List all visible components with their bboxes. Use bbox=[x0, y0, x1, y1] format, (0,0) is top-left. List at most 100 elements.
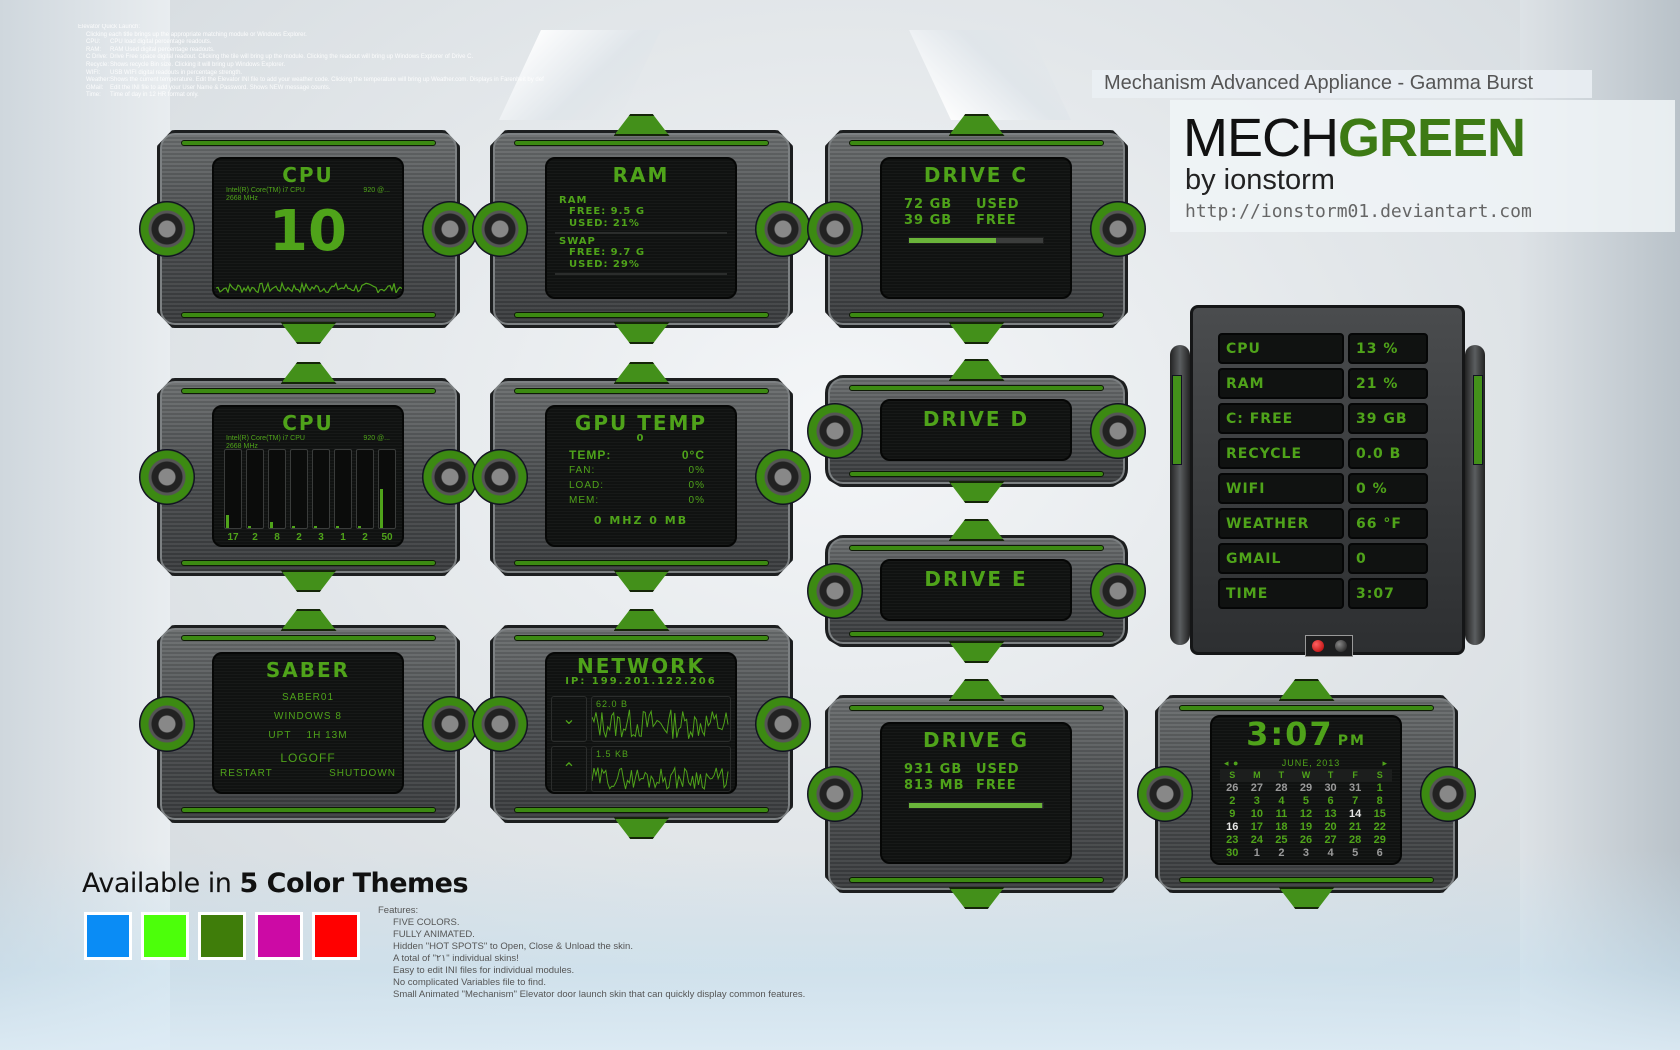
calendar-day[interactable]: 9 bbox=[1220, 808, 1245, 821]
close-button-icon[interactable] bbox=[1311, 640, 1324, 652]
elevator-label[interactable]: TIME bbox=[1218, 578, 1344, 609]
elevator-value[interactable]: 66 °F bbox=[1348, 508, 1428, 539]
calendar-day[interactable]: 14 bbox=[1343, 808, 1368, 821]
elevator-label[interactable]: CPU bbox=[1218, 333, 1344, 364]
calendar-day[interactable]: 21 bbox=[1343, 821, 1368, 834]
calendar-day[interactable]: 10 bbox=[1245, 808, 1270, 821]
elevator-quick-launch[interactable]: CPU 13 % RAM 21 % C: FREE 39 GB RECYCLE 0.0 B WI… bbox=[1150, 305, 1505, 660]
calendar-day[interactable]: 18 bbox=[1269, 821, 1294, 834]
restart-button[interactable]: RESTART bbox=[220, 768, 273, 779]
theme-swatch[interactable] bbox=[84, 912, 132, 960]
calendar-day[interactable]: 31 bbox=[1343, 782, 1368, 795]
theme-swatch[interactable] bbox=[255, 912, 303, 960]
gear-icon[interactable] bbox=[1420, 766, 1476, 822]
gpu-temp-panel[interactable]: GPU TEMP 0 TEMP: 0°C FAN: 0% LOAD: 0% MEM: 0% 0… bbox=[472, 362, 811, 592]
elevator-row[interactable]: RECYCLE 0.0 B bbox=[1218, 438, 1428, 469]
ram-panel[interactable]: RAM RAM FREE: 9.5 G USED: 21% SWAP FREE:… bbox=[472, 114, 811, 344]
calendar-day[interactable]: 30 bbox=[1318, 782, 1343, 795]
calendar-day[interactable]: 20 bbox=[1318, 821, 1343, 834]
calendar-day[interactable]: 6 bbox=[1367, 847, 1392, 860]
next-month-button[interactable]: ▸ bbox=[1382, 758, 1388, 769]
gear-icon[interactable] bbox=[807, 201, 863, 257]
gear-icon[interactable] bbox=[422, 449, 478, 505]
drive-e-title[interactable]: DRIVE E bbox=[882, 567, 1070, 591]
calendar-day[interactable]: 7 bbox=[1343, 795, 1368, 808]
calendar-day[interactable]: 24 bbox=[1245, 834, 1270, 847]
elevator-label[interactable]: GMAIL bbox=[1218, 543, 1344, 574]
calendar-day[interactable]: 15 bbox=[1367, 808, 1392, 821]
calendar-day[interactable]: 6 bbox=[1318, 795, 1343, 808]
elevator-label[interactable]: RECYCLE bbox=[1218, 438, 1344, 469]
logoff-button[interactable]: LOGOFF bbox=[214, 749, 402, 768]
calendar-day[interactable]: 27 bbox=[1318, 834, 1343, 847]
gear-icon[interactable] bbox=[472, 201, 528, 257]
drive-c-panel[interactable]: DRIVE C 72 GB USED 39 GB FREE bbox=[807, 114, 1146, 344]
calendar-day[interactable]: 28 bbox=[1269, 782, 1294, 795]
calendar-day[interactable]: 3 bbox=[1294, 847, 1319, 860]
calendar-day[interactable]: 3 bbox=[1245, 795, 1270, 808]
elevator-value[interactable]: 0 % bbox=[1348, 473, 1428, 504]
elevator-label[interactable]: WEATHER bbox=[1218, 508, 1344, 539]
elevator-value[interactable]: 39 GB bbox=[1348, 403, 1428, 434]
calendar-day[interactable]: 8 bbox=[1367, 795, 1392, 808]
shutdown-button[interactable]: SHUTDOWN bbox=[329, 768, 396, 779]
calendar-day[interactable]: 2 bbox=[1220, 795, 1245, 808]
calendar-day[interactable]: 30 bbox=[1220, 847, 1245, 860]
calendar-day[interactable]: 12 bbox=[1294, 808, 1319, 821]
gear-icon[interactable] bbox=[755, 449, 811, 505]
elevator-label[interactable]: C: FREE bbox=[1218, 403, 1344, 434]
elevator-row[interactable]: CPU 13 % bbox=[1218, 333, 1428, 364]
gpu-title[interactable]: GPU TEMP bbox=[547, 413, 735, 433]
drive-g-panel[interactable]: DRIVE G 931 GB USED 813 MB FREE bbox=[807, 679, 1128, 909]
elevator-row[interactable]: GMAIL 0 bbox=[1218, 543, 1428, 574]
drive-g-title[interactable]: DRIVE G bbox=[882, 728, 1070, 752]
drive-d-title[interactable]: DRIVE D bbox=[882, 407, 1070, 431]
calendar-day[interactable]: 22 bbox=[1367, 821, 1392, 834]
network-title[interactable]: NETWORK bbox=[547, 656, 735, 676]
gear-icon[interactable] bbox=[422, 696, 478, 752]
calendar-day[interactable]: 5 bbox=[1343, 847, 1368, 860]
elevator-value[interactable]: 3:07 bbox=[1348, 578, 1428, 609]
theme-swatch[interactable] bbox=[198, 912, 246, 960]
elevator-row[interactable]: RAM 21 % bbox=[1218, 368, 1428, 399]
calendar-day[interactable]: 2 bbox=[1269, 847, 1294, 860]
calendar-day[interactable]: 26 bbox=[1220, 782, 1245, 795]
calendar-day[interactable]: 28 bbox=[1343, 834, 1368, 847]
drive-c-title[interactable]: DRIVE C bbox=[882, 163, 1070, 187]
gear-icon[interactable] bbox=[1090, 403, 1146, 459]
calendar-day[interactable]: 29 bbox=[1367, 834, 1392, 847]
calendar-day[interactable]: 4 bbox=[1269, 795, 1294, 808]
gear-icon[interactable] bbox=[755, 696, 811, 752]
calendar-day[interactable]: 1 bbox=[1367, 782, 1392, 795]
elevator-value[interactable]: 21 % bbox=[1348, 368, 1428, 399]
gear-icon[interactable] bbox=[472, 449, 528, 505]
elevator-value[interactable]: 0 bbox=[1348, 543, 1428, 574]
gear-icon[interactable] bbox=[807, 403, 863, 459]
calendar-day[interactable]: 25 bbox=[1269, 834, 1294, 847]
power-button-icon[interactable] bbox=[1334, 640, 1347, 652]
drive-d-panel[interactable]: DRIVE D bbox=[807, 359, 1146, 503]
elevator-row[interactable]: WIFI 0 % bbox=[1218, 473, 1428, 504]
gear-icon[interactable] bbox=[139, 201, 195, 257]
calendar-day[interactable]: 29 bbox=[1294, 782, 1319, 795]
elevator-value[interactable]: 13 % bbox=[1348, 333, 1428, 364]
calendar-day[interactable]: 13 bbox=[1318, 808, 1343, 821]
elevator-controls[interactable] bbox=[1305, 635, 1353, 657]
elevator-label[interactable]: WIFI bbox=[1218, 473, 1344, 504]
drive-e-panel[interactable]: DRIVE E bbox=[807, 519, 1146, 663]
prev-month-button[interactable]: ◂ ● bbox=[1224, 758, 1239, 769]
elevator-row[interactable]: TIME 3:07 bbox=[1218, 578, 1428, 609]
calendar-day[interactable]: 23 bbox=[1220, 834, 1245, 847]
system-title[interactable]: SABER bbox=[214, 658, 402, 682]
calendar-day[interactable]: 26 bbox=[1294, 834, 1319, 847]
clock-calendar-panel[interactable]: 3:07 PM ◂ ● JUNE, 2013 ▸ S M T W T F S 26 27 28 29 3… bbox=[1137, 679, 1476, 909]
system-panel[interactable]: SABER SABER01 WINDOWS 8 UPT 1H 13M LOGOF… bbox=[139, 609, 478, 823]
gear-icon[interactable] bbox=[1137, 766, 1193, 822]
calendar-day[interactable]: 16 bbox=[1220, 821, 1245, 834]
cpu-title[interactable]: CPU bbox=[214, 163, 402, 187]
cpu-cores-panel[interactable]: CPU Intel(R) Core(TM) i7 CPU 920 @... 26… bbox=[139, 362, 478, 592]
ram-title[interactable]: RAM bbox=[547, 163, 735, 187]
gear-icon[interactable] bbox=[472, 696, 528, 752]
gear-icon[interactable] bbox=[139, 696, 195, 752]
brand-url[interactable]: http://ionstorm01.deviantart.com bbox=[1185, 201, 1532, 222]
